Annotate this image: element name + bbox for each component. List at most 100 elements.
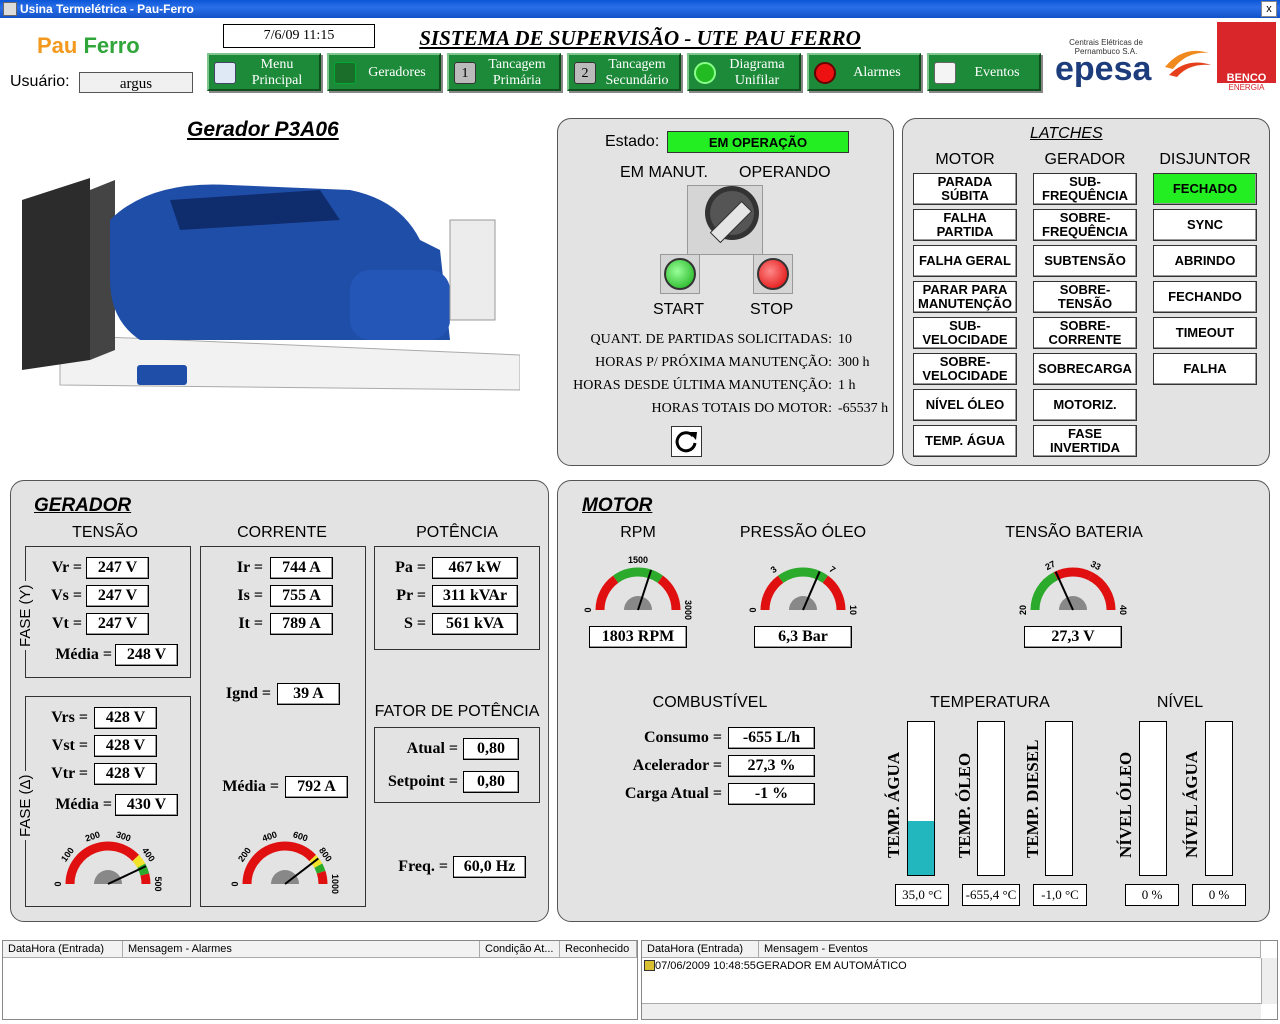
alarms-col-condicao[interactable]: Condição At...	[480, 941, 560, 958]
gauge-band	[314, 863, 326, 874]
gauge-tick-label: 500	[153, 876, 163, 891]
events-scrollbar[interactable]	[1261, 958, 1277, 1004]
vr-label: Vr =	[51, 559, 82, 576]
diagram-icon	[694, 62, 716, 84]
stop-button[interactable]	[753, 254, 793, 294]
gauge-hub	[94, 870, 122, 884]
event-icon	[644, 960, 655, 971]
menu-icon	[214, 62, 236, 84]
mode-selector-switch[interactable]	[687, 185, 763, 255]
close-button[interactable]: x	[1261, 1, 1277, 17]
generator-title: Gerador P3A06	[187, 118, 339, 141]
nivel-oleo-label: NÍVEL ÓLEO	[1116, 751, 1135, 858]
tank-1-icon: 1	[454, 62, 476, 84]
gauge-tick-label: 7	[827, 564, 837, 575]
latch-motor: SOBRE-VELOCIDADE	[913, 353, 1017, 385]
nivel-agua-bar	[1205, 721, 1233, 876]
latch-gerador: MOTORIZ.	[1033, 389, 1137, 421]
nav-alarmes[interactable]: Alarmes	[807, 53, 921, 91]
temp-diesel-label: TEMP. DIESEL	[1023, 739, 1042, 858]
latch-motor: NÍVEL ÓLEO	[913, 389, 1017, 421]
stat-value: 300 h	[838, 355, 870, 370]
nav-tancagem-primaria[interactable]: 1 Tancagem Primária	[447, 53, 561, 91]
acelerador-value: 27,3 %	[728, 755, 815, 777]
oil-pressure-gauge: 0 3 7 10	[748, 564, 858, 615]
latch-gerador: SOBRE-CORRENTE	[1033, 317, 1137, 349]
acelerador-label: Acelerador =	[632, 757, 722, 774]
freq-value: 60,0 Hz	[453, 856, 526, 878]
start-label: START	[653, 301, 704, 318]
nav-diagrama-unifilar[interactable]: Diagrama Unifilar	[687, 53, 801, 91]
gauge-tick-label: 0	[230, 881, 240, 886]
gauge-tick-label: 33	[1089, 559, 1102, 572]
events-col-datahora[interactable]: DataHora (Entrada)	[642, 941, 759, 958]
latch-disjuntor: FALHA	[1153, 353, 1257, 385]
gauge-band	[822, 575, 846, 611]
latch-gerador: SUBTENSÃO	[1033, 245, 1137, 277]
events-table[interactable]: DataHora (Entrada) Mensagem - Eventos 07…	[641, 940, 1278, 1020]
pr-label: Pr =	[396, 587, 426, 604]
reset-button[interactable]	[671, 426, 702, 457]
tank-2-icon: 2	[574, 62, 596, 84]
benco-logo: BENCO ENERGIA	[1217, 22, 1276, 92]
vrs-label: Vrs =	[51, 709, 88, 726]
window-titlebar: Usina Termelétrica - Pau-Ferro x	[0, 0, 1280, 18]
alarms-col-datahora[interactable]: DataHora (Entrada)	[3, 941, 123, 958]
carga-value: -1 %	[728, 783, 815, 805]
event-row[interactable]: 07/06/2009 10:48:55GERADOR EM AUTOMÁTICO	[644, 960, 907, 972]
events-col-mensagem[interactable]: Mensagem - Eventos	[759, 941, 1261, 958]
gauge-band	[316, 870, 328, 885]
tensao-header: TENSÃO	[72, 524, 138, 541]
gauge-tick-label: 27	[1044, 559, 1057, 572]
nav-tancagem-secundario[interactable]: 2 Tancagem Secundário	[567, 53, 681, 91]
alarms-col-mensagem[interactable]: Mensagem - Alarmes	[123, 941, 480, 958]
carga-label: Carga Atual =	[624, 785, 722, 802]
start-button[interactable]	[660, 254, 700, 294]
gauge-tick-label: 1000	[330, 874, 340, 894]
system-title: SISTEMA DE SUPERVISÃO - UTE PAU FERRO	[419, 26, 861, 50]
media-y-value: 248 V	[115, 644, 178, 666]
vst-label: Vst =	[51, 737, 88, 754]
ignd-value: 39 A	[277, 683, 340, 705]
current-gauge: 0200400 6008001000	[230, 829, 340, 894]
events-hscrollbar[interactable]	[642, 1003, 1261, 1019]
nivel-oleo-bar	[1139, 721, 1167, 876]
temp-agua-fill	[908, 821, 934, 875]
user-field[interactable]: argus	[79, 72, 193, 93]
alarms-col-reconhecido[interactable]: Reconhecido	[560, 941, 637, 958]
pau-ferro-logo: Pau Ferro	[37, 33, 140, 59]
event-message: GERADOR EM AUTOMÁTICO	[755, 960, 907, 972]
nav-menu-principal[interactable]: Menu Principal	[207, 53, 321, 91]
logo-ferro: Ferro	[83, 33, 140, 58]
latch-motor: FALHA GERAL	[913, 245, 1017, 277]
nav-geradores[interactable]: Geradores	[327, 53, 441, 91]
epesa-logo: epesa	[1055, 50, 1152, 88]
gauge-band	[760, 575, 784, 611]
nivel-header: NÍVEL	[1156, 694, 1204, 711]
oil-header: PRESSÃO ÓLEO	[739, 524, 867, 541]
temp-agua-bar	[907, 721, 935, 876]
alarms-table[interactable]: DataHora (Entrada) Mensagem - Alarmes Co…	[2, 940, 638, 1020]
stat-value: 1 h	[838, 378, 856, 393]
setpoint-label: Setpoint =	[387, 773, 458, 790]
ir-value: 744 A	[270, 557, 333, 579]
gauge-tick-label: 1500	[628, 555, 648, 565]
latch-gerador: FASE INVERTIDA	[1033, 425, 1137, 457]
pa-value: 467 kW	[432, 557, 518, 579]
em-manut-label: EM MANUT.	[620, 164, 708, 181]
vs-value: 247 V	[86, 585, 149, 607]
gauge-band	[1053, 567, 1093, 581]
gauge-band	[140, 873, 151, 885]
latch-gerador: SOBRE-TENSÃO	[1033, 281, 1137, 313]
s-value: 561 kVA	[432, 613, 518, 635]
voltage-gauge: 0100200 300400500	[53, 829, 163, 891]
pa-label: Pa =	[395, 559, 426, 576]
media-d-value: 430 V	[115, 794, 178, 816]
gauge-band	[132, 854, 146, 868]
nav-eventos[interactable]: Eventos	[927, 53, 1041, 91]
nivel-oleo-value: 0 %	[1125, 884, 1179, 906]
stat-value: -65537 h	[838, 401, 889, 416]
stop-icon	[757, 258, 789, 290]
gerador-title: GERADOR	[34, 495, 132, 516]
generator-image	[22, 178, 520, 391]
